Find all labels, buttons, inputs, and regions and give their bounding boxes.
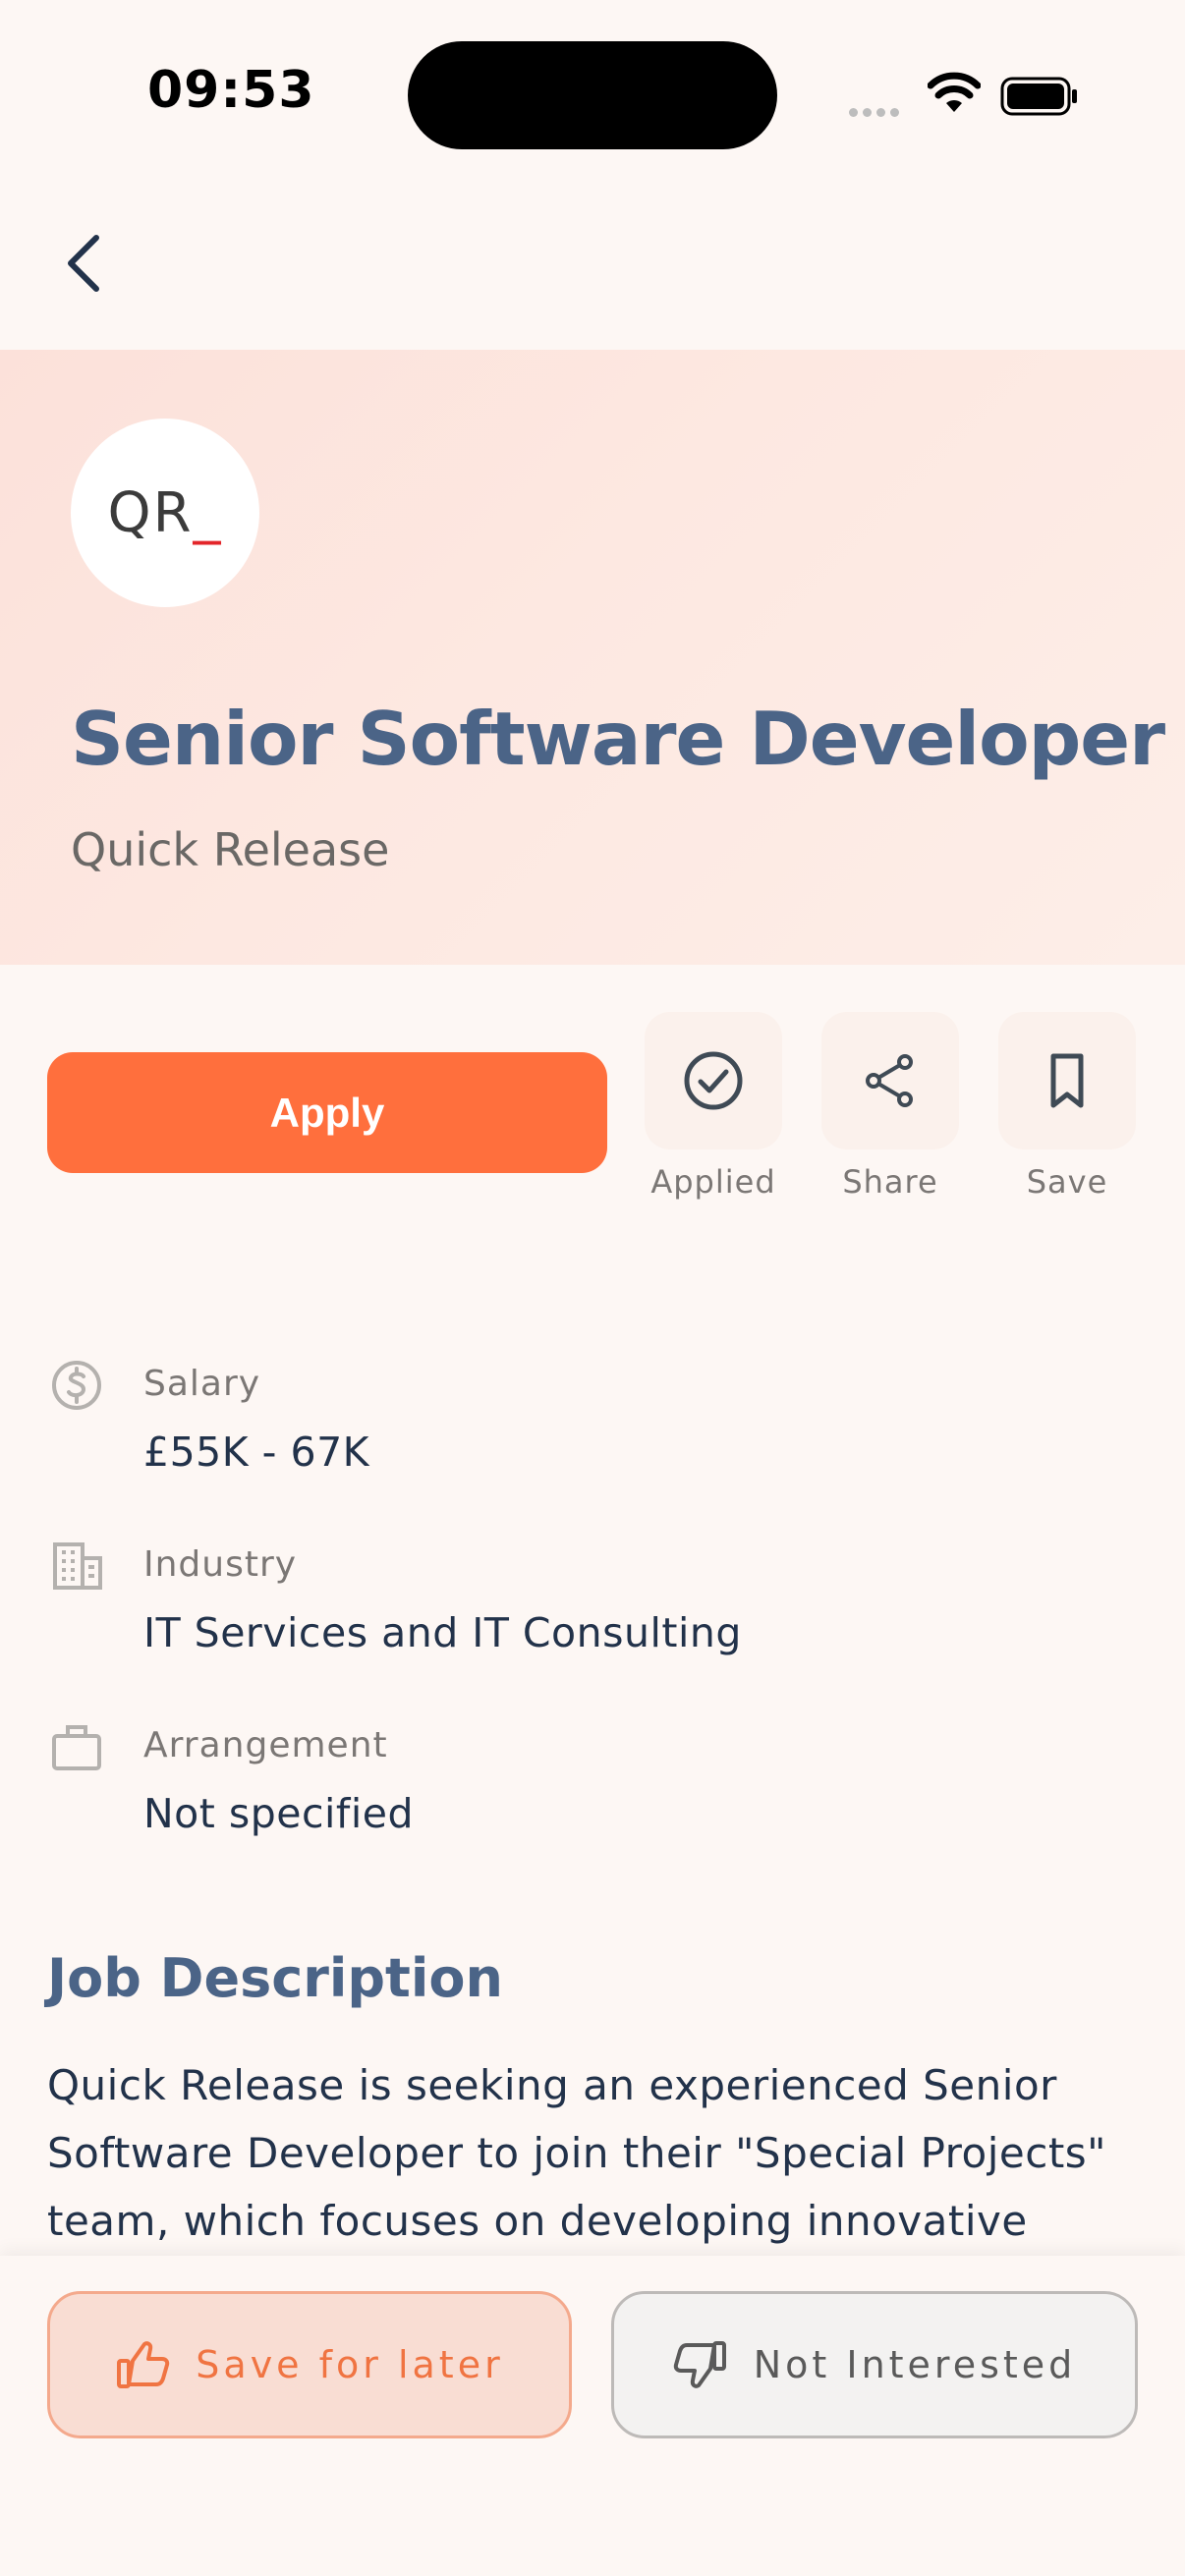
status-time: 09:53 [147, 61, 315, 120]
salary-value: £55K - 67K [143, 1428, 370, 1476]
save-action[interactable]: Save [998, 1012, 1136, 1201]
industry-label: Industry [143, 1544, 298, 1585]
briefcase-icon [52, 1725, 101, 1770]
battery-icon [1000, 77, 1079, 116]
not-interested-label: Not Interested [753, 2343, 1077, 2386]
bookmark-icon [1050, 1053, 1084, 1108]
industry-value: IT Services and IT Consulting [143, 1609, 742, 1656]
thumbs-down-icon [673, 2341, 726, 2388]
job-title: Senior Software Developer [71, 696, 1165, 782]
company-logo: QR_ [71, 419, 259, 607]
apply-button[interactable]: Apply [47, 1052, 607, 1173]
building-icon [53, 1542, 102, 1590]
save-for-later-button[interactable]: Save for later [47, 2291, 572, 2438]
company-name: Quick Release [71, 823, 390, 876]
back-button[interactable] [49, 224, 118, 303]
not-interested-button[interactable]: Not Interested [611, 2291, 1138, 2438]
check-circle-icon [684, 1051, 743, 1110]
share-action[interactable]: Share [821, 1012, 959, 1201]
chevron-left-icon [68, 235, 99, 292]
thumbs-up-icon [117, 2341, 170, 2388]
share-label: Share [842, 1163, 938, 1201]
dollar-circle-icon [52, 1361, 101, 1410]
salary-label: Salary [143, 1364, 261, 1404]
arrangement-value: Not specified [143, 1790, 414, 1837]
share-icon [866, 1054, 913, 1107]
arrangement-label: Arrangement [143, 1725, 388, 1765]
save-label: Save [1026, 1163, 1108, 1201]
applied-label: Applied [650, 1163, 776, 1201]
wifi-icon [927, 71, 982, 114]
save-for-later-label: Save for later [196, 2343, 504, 2386]
applied-action[interactable]: Applied [645, 1012, 782, 1201]
job-description-heading: Job Description [47, 1947, 503, 2009]
dynamic-island [408, 41, 777, 149]
signal-icon [849, 102, 908, 117]
